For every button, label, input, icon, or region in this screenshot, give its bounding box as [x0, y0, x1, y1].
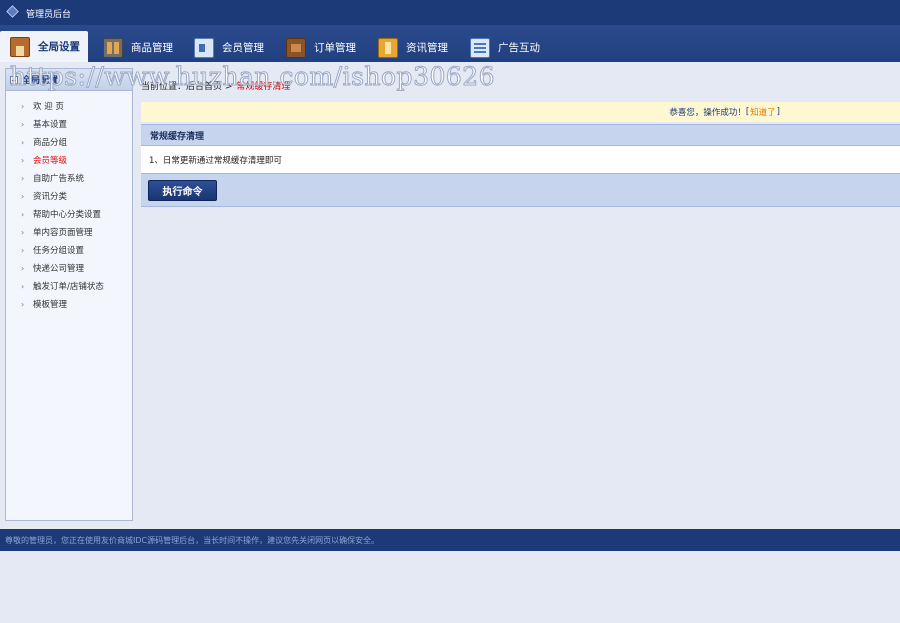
dismiss-notice-link[interactable]: 知道了 [750, 106, 776, 118]
nav-tab-label: 资讯管理 [406, 42, 448, 54]
nav-tab-orders[interactable]: 订单管理 [286, 33, 356, 62]
sidebar-item-label: 商品分组 [33, 138, 68, 148]
logo-icon [6, 5, 19, 18]
footer-text: 尊敬的管理员，您正在使用友价商城IDC源码管理后台，当长时间不操作，建议您先关闭… [5, 535, 380, 545]
nav-tab-members[interactable]: 会员管理 [194, 33, 264, 62]
notice-bracket-close: ] [776, 107, 780, 117]
nav-tab-label: 会员管理 [222, 42, 264, 54]
member-card-icon [194, 37, 214, 58]
chevron-right-icon: › [21, 299, 25, 309]
chevron-right-icon: › [21, 101, 25, 111]
chevron-right-icon: › [21, 119, 25, 129]
sidebar-item-help-categories[interactable]: › 帮助中心分类设置 [6, 205, 132, 223]
nav-tab-label: 全局设置 [38, 41, 80, 53]
nav-tab-news[interactable]: 资讯管理 [378, 33, 448, 62]
sidebar-item-label: 触发订单/店铺状态 [33, 282, 104, 292]
sidebar-item-templates[interactable]: › 模板管理 [6, 295, 132, 313]
sidebar-item-task-groups[interactable]: › 任务分组设置 [6, 241, 132, 259]
chevron-right-icon: › [21, 173, 25, 183]
sidebar-item-label: 欢 迎 页 [33, 102, 64, 112]
chevron-right-icon: › [21, 137, 25, 147]
top-bar: 管理员后台 [0, 0, 900, 25]
sidebar-item-label: 任务分组设置 [33, 246, 85, 256]
app-title: 管理员后台 [26, 10, 72, 20]
house-icon [10, 36, 30, 57]
sidebar-item-label: 快递公司管理 [33, 264, 85, 274]
chevron-right-icon: › [21, 245, 25, 255]
sidebar-item-couriers[interactable]: › 快递公司管理 [6, 259, 132, 277]
nav-tab-label: 广告互动 [498, 42, 540, 54]
notice-bracket-open: [ [745, 107, 750, 117]
sidebar-menu: › 欢 迎 页 › 基本设置 › 商品分组 › 会员等级 › 自助广告系统 › 资讯分类 ›… [6, 91, 132, 313]
chevron-right-icon: › [21, 281, 25, 291]
chevron-right-icon: › [21, 209, 25, 219]
sidebar-item-label: 自助广告系统 [33, 174, 85, 184]
notice-text: 恭喜您，操作成功！ [669, 108, 746, 118]
execute-command-button[interactable]: 执行命令 [148, 180, 217, 201]
nav-tab-global-settings[interactable]: 全局设置 [0, 31, 88, 62]
sidebar-item-label: 模板管理 [33, 300, 68, 310]
panel-description: 1、日常更新通过常规缓存清理即可 [141, 146, 900, 174]
footer: 尊敬的管理员，您正在使用友价商城IDC源码管理后台，当长时间不操作，建议您先关闭… [0, 529, 900, 551]
sidebar-item-member-levels[interactable]: › 会员等级 [6, 151, 132, 169]
nav-tab-label: 订单管理 [314, 42, 356, 54]
panel-actions: 执行命令 [141, 174, 900, 207]
chevron-right-icon: › [21, 191, 25, 201]
chevron-right-icon: › [21, 263, 25, 273]
sidebar-item-label: 单内容页面管理 [33, 228, 93, 238]
sidebar-item-label: 帮助中心分类设置 [33, 210, 102, 220]
nav-tab-ads[interactable]: 广告互动 [470, 33, 540, 62]
sidebar-item-label: 会员等级 [33, 156, 68, 166]
sidebar-item-welcome[interactable]: › 欢 迎 页 [6, 97, 132, 115]
sidebar-item-label: 资讯分类 [33, 192, 68, 202]
sidebar-item-basic-settings[interactable]: › 基本设置 [6, 115, 132, 133]
sidebar: 全局配置 › 欢 迎 页 › 基本设置 › 商品分组 › 会员等级 › 自助广告系统 › 资… [5, 68, 133, 521]
news-icon [378, 37, 398, 58]
nav-tab-goods[interactable]: 商品管理 [103, 33, 173, 62]
panel-title: 常规缓存清理 [141, 125, 900, 146]
success-notice: 恭喜您，操作成功！ [ 知道了 ] [141, 102, 900, 122]
list-icon [470, 37, 490, 58]
watermark: https://www.huzhan.com/ishop30626 [9, 62, 496, 92]
sidebar-item-goods-groups[interactable]: › 商品分组 [6, 133, 132, 151]
sidebar-item-single-pages[interactable]: › 单内容页面管理 [6, 223, 132, 241]
wallet-icon [286, 37, 306, 58]
goods-icon [103, 37, 123, 58]
main-nav: 全局设置 商品管理 会员管理 订单管理 资讯管理 广告互动 [0, 25, 900, 62]
cache-panel: 常规缓存清理 1、日常更新通过常规缓存清理即可 执行命令 [141, 124, 900, 207]
sidebar-item-self-service-ads[interactable]: › 自助广告系统 [6, 169, 132, 187]
sidebar-item-trigger-status[interactable]: › 触发订单/店铺状态 [6, 277, 132, 295]
nav-tab-label: 商品管理 [131, 42, 173, 54]
sidebar-item-news-categories[interactable]: › 资讯分类 [6, 187, 132, 205]
chevron-right-icon: › [21, 155, 25, 165]
sidebar-item-label: 基本设置 [33, 120, 68, 130]
chevron-right-icon: › [21, 227, 25, 237]
